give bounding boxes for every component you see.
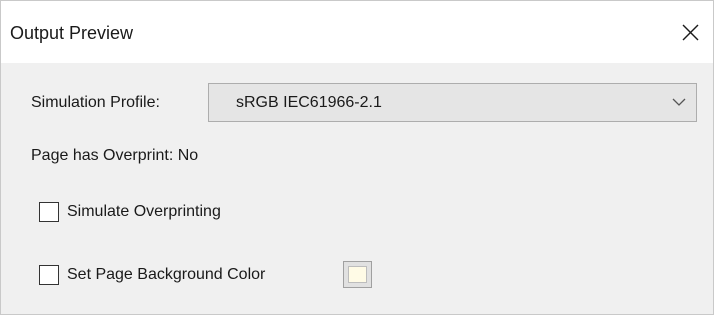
dialog-title: Output Preview: [10, 23, 134, 43]
output-preview-dialog: Output Preview Simulation Profile: sRGB …: [0, 0, 714, 315]
background-color-swatch: [348, 266, 367, 283]
simulation-profile-value: sRGB IEC61966-2.1: [236, 94, 382, 111]
simulate-overprinting-label[interactable]: Simulate Overprinting: [67, 202, 221, 222]
close-icon: [682, 24, 699, 41]
close-button[interactable]: [667, 11, 713, 55]
page-background-label[interactable]: Set Page Background Color: [67, 265, 265, 285]
page-background-checkbox[interactable]: [39, 265, 59, 285]
background-color-button[interactable]: [343, 261, 372, 288]
simulation-profile-label: Simulation Profile:: [31, 94, 160, 111]
simulation-profile-select[interactable]: sRGB IEC61966-2.1: [208, 83, 697, 122]
simulate-overprinting-checkbox[interactable]: [39, 202, 59, 222]
overprint-status-text: Page has Overprint: No: [31, 147, 199, 164]
chevron-down-icon: [672, 98, 686, 106]
title-bar: Output Preview: [1, 1, 713, 63]
